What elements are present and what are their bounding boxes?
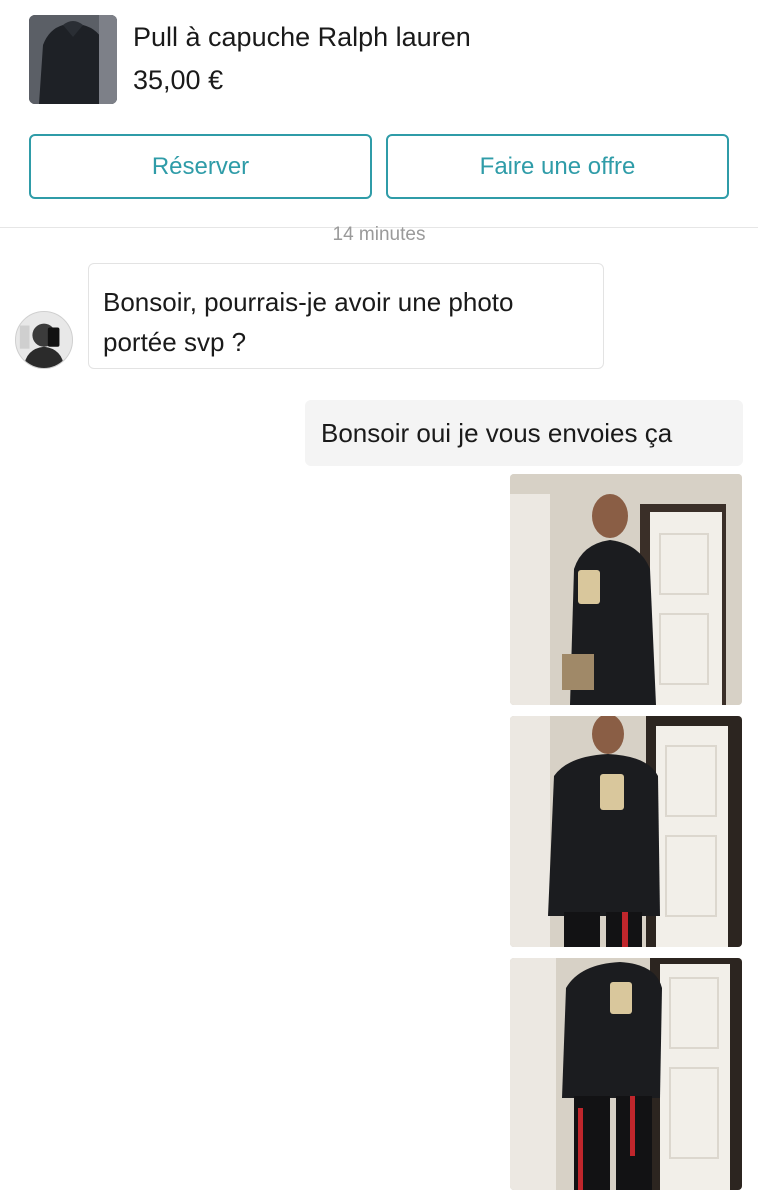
user-avatar-icon xyxy=(16,312,72,368)
product-thumbnail[interactable] xyxy=(29,15,117,104)
reserve-button[interactable]: Réserver xyxy=(29,134,372,199)
product-price: 35,00 € xyxy=(133,65,224,95)
message-timestamp: 14 minutes xyxy=(332,224,426,245)
mirror-selfie-photo-icon xyxy=(510,474,742,705)
avatar[interactable] xyxy=(15,311,73,369)
attached-photo-2[interactable] xyxy=(510,716,742,947)
incoming-message-bubble: Bonsoir, pourrais-je avoir une photo por… xyxy=(88,263,604,369)
mirror-selfie-photo-icon xyxy=(510,958,742,1190)
outgoing-message-bubble: Bonsoir oui je vous envoies ça xyxy=(305,400,743,466)
make-offer-button[interactable]: Faire une offre xyxy=(386,134,729,199)
product-header: Pull à capuche Ralph lauren 35,00 € Rése… xyxy=(0,0,758,228)
attached-photo-3[interactable] xyxy=(510,958,742,1190)
attached-photo-1[interactable] xyxy=(510,474,742,705)
mirror-selfie-photo-icon xyxy=(510,716,742,947)
product-title[interactable]: Pull à capuche Ralph lauren xyxy=(133,20,471,54)
hoodie-photo-icon xyxy=(29,15,117,104)
